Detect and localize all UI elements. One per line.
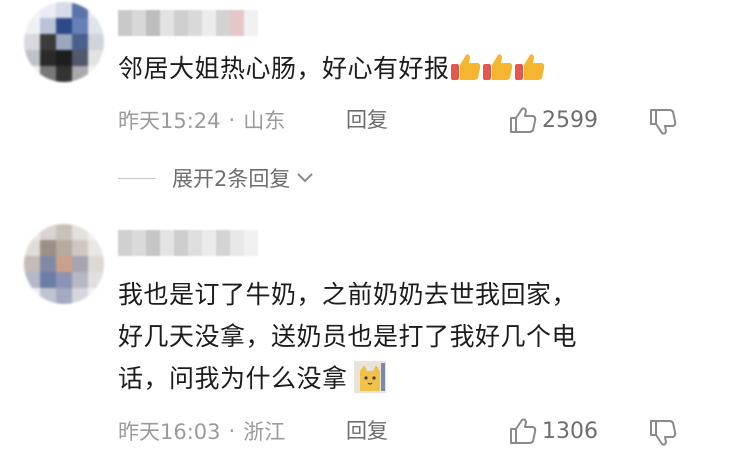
expand-replies-button[interactable]: 展开2条回复 xyxy=(118,163,314,193)
reply-button[interactable]: 回复 xyxy=(346,416,388,446)
expand-divider xyxy=(118,177,156,179)
comment-text: 邻居大姐热心肠，好心有好报 xyxy=(118,48,546,90)
meta-separator: · xyxy=(228,419,236,443)
comment-location: 山东 xyxy=(243,109,286,133)
comment-item: 邻居大姐热心肠，好心有好报 昨天15:24 · 山东 回复 2599 展开2条回… xyxy=(0,0,739,210)
reply-button[interactable]: 回复 xyxy=(346,105,388,135)
thumbs-up-outline-icon xyxy=(510,107,537,133)
thumbs-up-emoji-icon xyxy=(450,54,480,80)
username-blurred[interactable] xyxy=(118,10,258,36)
thumbs-down-icon[interactable] xyxy=(648,106,678,136)
like-count: 2599 xyxy=(542,107,598,133)
comment-text: 我也是订了牛奶，之前奶奶去世我回家， 好几天没拿，送奶员也是打了我好几个电 话，… xyxy=(118,274,678,400)
expand-replies-label: 展开2条回复 xyxy=(172,167,291,191)
comment-item: 我也是订了牛奶，之前奶奶去世我回家， 好几天没拿，送奶员也是打了我好几个电 话，… xyxy=(0,216,739,471)
like-button[interactable]: 2599 xyxy=(508,105,598,135)
comment-text-content: 邻居大姐热心肠，好心有好报 xyxy=(118,54,450,83)
comment-location: 浙江 xyxy=(243,420,286,444)
like-count: 1306 xyxy=(542,418,598,444)
avatar[interactable] xyxy=(24,224,104,304)
meta-separator: · xyxy=(228,108,236,132)
thumbs-down-icon[interactable] xyxy=(648,417,678,447)
thumbs-up-emoji-icon xyxy=(514,54,544,80)
comment-time: 昨天15:24 xyxy=(118,109,221,133)
comment-time: 昨天16:03 xyxy=(118,420,221,444)
comment-meta: 昨天15:24 · 山东 xyxy=(118,105,285,135)
like-button[interactable]: 1306 xyxy=(508,416,598,446)
avatar[interactable] xyxy=(24,2,104,82)
comment-meta: 昨天16:03 · 浙江 xyxy=(118,416,285,446)
comment-text-content: 我也是订了牛奶，之前奶奶去世我回家， 好几天没拿，送奶员也是打了我好几个电 话，… xyxy=(118,280,578,393)
thumbs-up-emoji-icon xyxy=(482,54,512,80)
username-blurred[interactable] xyxy=(118,230,258,256)
cat-emoji-icon xyxy=(353,361,386,393)
thumbs-up-outline-icon xyxy=(510,418,537,444)
chevron-down-icon xyxy=(297,173,314,183)
